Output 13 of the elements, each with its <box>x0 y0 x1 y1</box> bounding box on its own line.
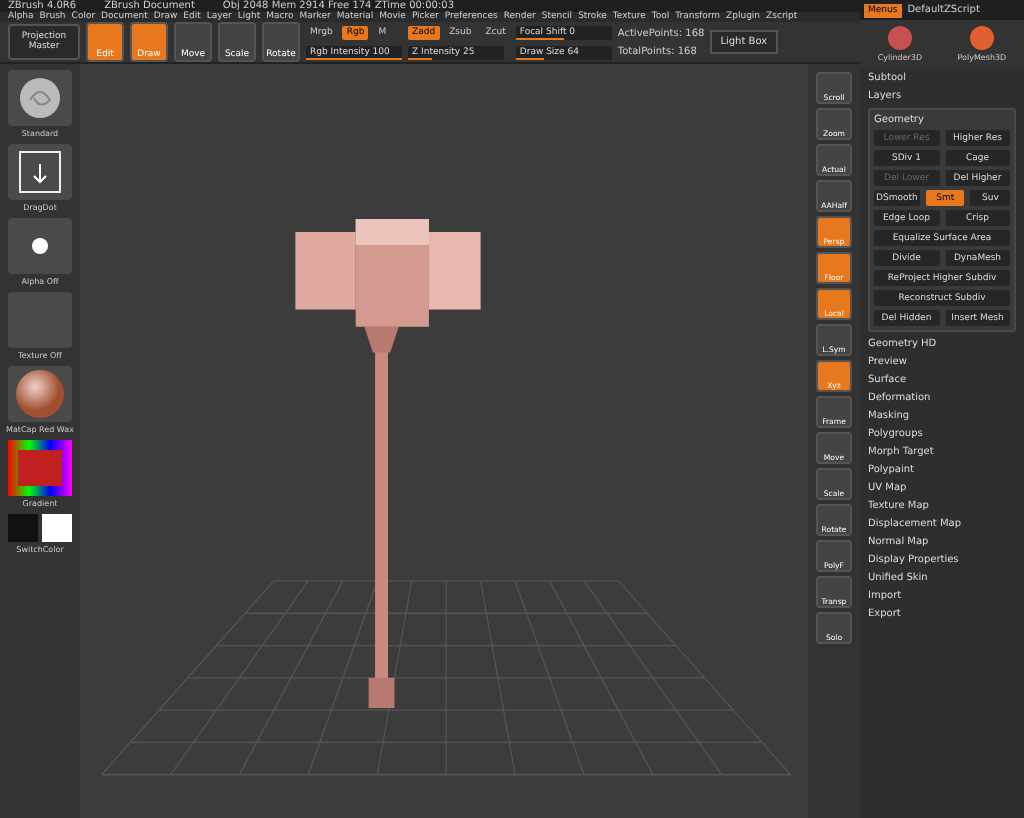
shelf-thumbnail[interactable] <box>8 440 72 497</box>
shelf-thumbnail[interactable] <box>8 144 72 201</box>
brush-sphere-icon <box>18 76 62 121</box>
shelf-thumbnail[interactable] <box>7 366 72 423</box>
material-sphere-icon <box>15 370 64 419</box>
tool-icon[interactable] <box>887 26 912 50</box>
color-picker-icon <box>8 440 72 497</box>
tool-icon[interactable] <box>969 26 994 50</box>
shelf-thumbnail[interactable] <box>8 70 72 127</box>
dot-icon <box>32 238 48 255</box>
color-swatches-icon <box>8 514 72 543</box>
shelf-thumbnail[interactable] <box>8 514 72 543</box>
shelf-thumbnail[interactable] <box>8 218 72 275</box>
